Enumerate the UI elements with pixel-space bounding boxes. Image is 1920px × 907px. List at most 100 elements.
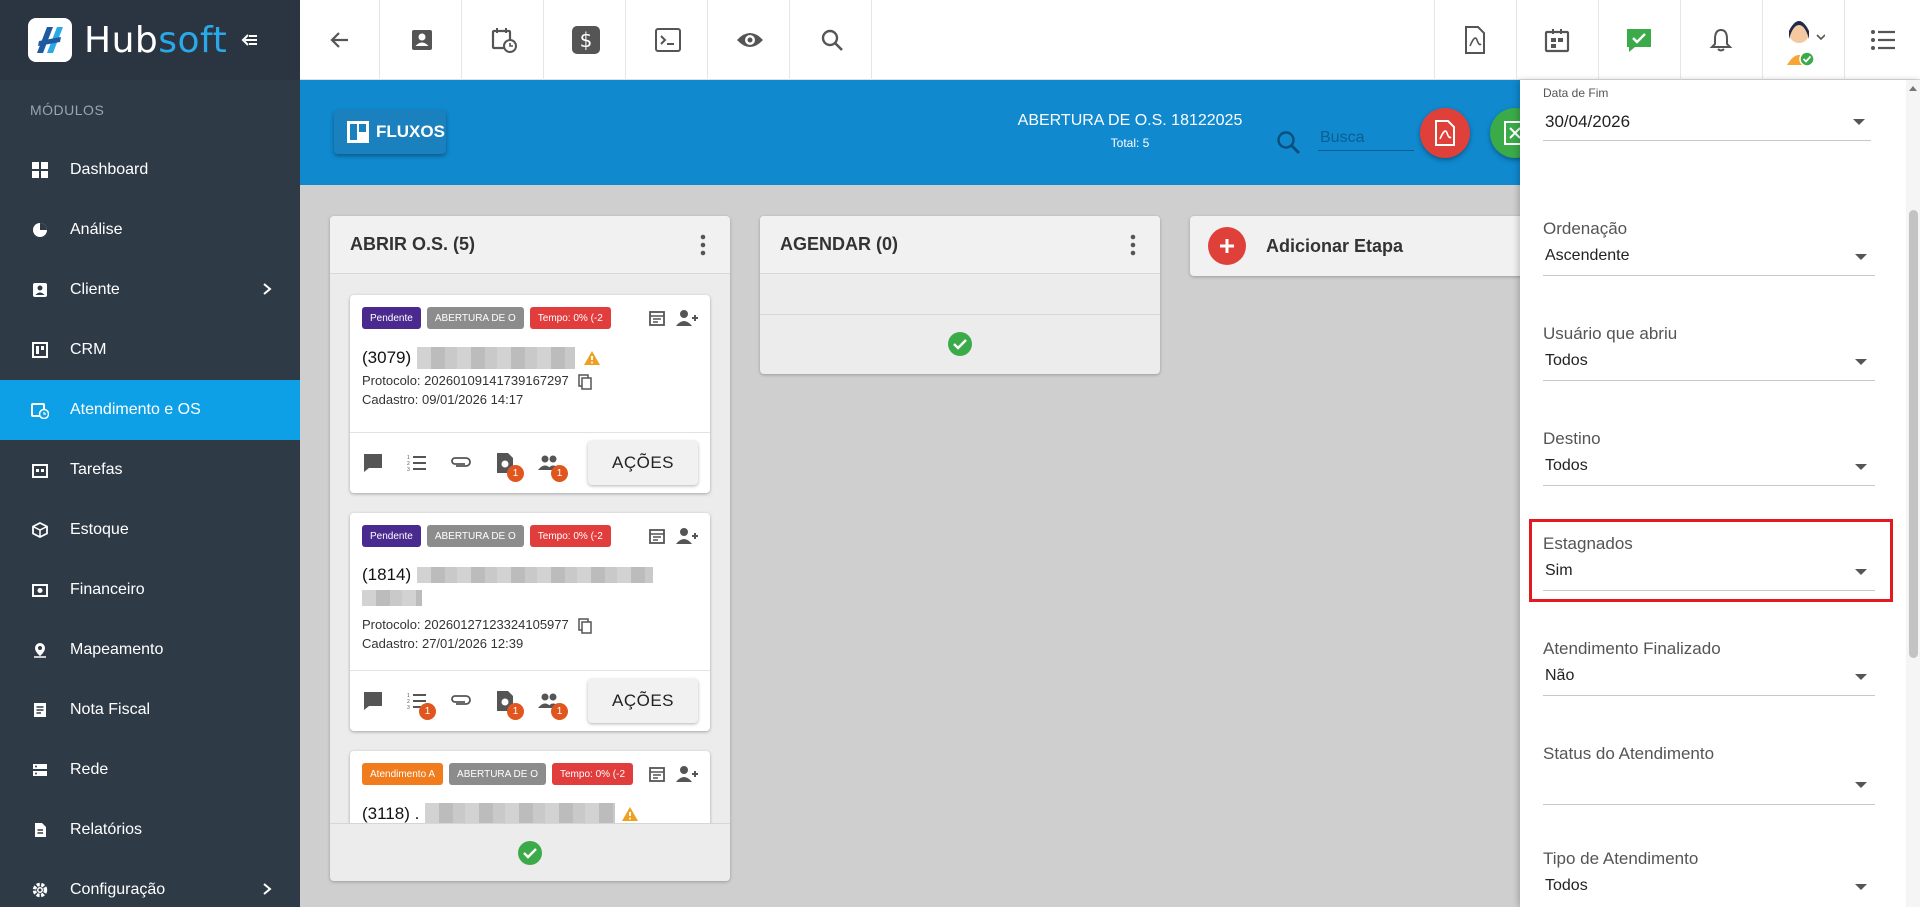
sidebar-item-cliente[interactable]: Cliente [0, 260, 300, 320]
sidebar-item-nota-fiscal[interactable]: Nota Fiscal [0, 680, 300, 740]
count-badge: 1 [507, 702, 524, 720]
stage-badge: ABERTURA DE O [449, 763, 546, 785]
usuario-abriu-select[interactable]: Usuário que abriu Todos [1543, 324, 1875, 381]
server-icon [30, 760, 50, 780]
column-title: AGENDAR (0) [780, 234, 899, 254]
field-value: Ascendente [1545, 247, 1630, 264]
assign-user-icon[interactable] [676, 309, 698, 327]
fluxos-button[interactable]: FLUXOS [334, 110, 446, 154]
scroll-up-arrow[interactable] [1909, 86, 1917, 91]
board-header: FLUXOS ABERTURA DE O.S. 18122025 Total: … [300, 80, 1540, 185]
calendar-clock-icon [30, 400, 50, 420]
document-icon [30, 820, 50, 840]
sidebar-item-crm[interactable]: CRM [0, 320, 300, 380]
sidebar-item-label: Relatórios [70, 821, 143, 838]
ordenacao-select[interactable]: Ordenação Ascendente [1543, 219, 1875, 276]
comment-button[interactable] [362, 452, 384, 474]
assign-user-icon[interactable] [676, 527, 698, 545]
eye-icon [736, 33, 763, 47]
field-label: Destino [1543, 429, 1601, 448]
sidebar-item-atendimento-os[interactable]: Atendimento e OS [0, 380, 300, 440]
sidebar: Hubsoft MÓDULOS Dashboard Análise Client… [0, 0, 300, 907]
stage-badge: ABERTURA DE O [426, 307, 524, 329]
tipo-atendimento-select[interactable]: Tipo de Atendimento Todos [1543, 849, 1875, 906]
copy-icon[interactable] [578, 617, 593, 634]
participants-button[interactable]: 1 [538, 690, 568, 720]
status-atendimento-select[interactable]: Status do Atendimento [1543, 744, 1875, 805]
service-order-button[interactable]: 1 [494, 690, 524, 720]
search-input[interactable] [1318, 126, 1414, 151]
more-vertical-icon[interactable] [700, 234, 706, 256]
scrollbar-thumb[interactable] [1909, 210, 1918, 658]
sidebar-item-dashboard[interactable]: Dashboard [0, 140, 300, 200]
check-circle-icon[interactable] [517, 840, 543, 866]
back-button[interactable] [300, 0, 380, 80]
estagnados-select[interactable]: Estagnados Sim [1543, 534, 1875, 591]
approvals-button[interactable] [1598, 0, 1678, 80]
field-label: Status do Atendimento [1543, 744, 1715, 763]
check-chat-icon [1626, 29, 1651, 52]
calendar-icon[interactable] [648, 765, 666, 783]
os-card[interactable]: Pendente ABERTURA DE O Tempo: 0% (-2 (30… [350, 295, 710, 493]
notifications-button[interactable] [1680, 0, 1760, 80]
actions-button[interactable]: AÇÕES [588, 678, 698, 723]
atendimento-finalizado-select[interactable]: Atendimento Finalizado Não [1543, 639, 1875, 696]
participants-button[interactable]: 1 [538, 452, 568, 482]
comment-icon [364, 691, 382, 710]
avatar [1786, 21, 1825, 67]
sidebar-item-relatorios[interactable]: Relatórios [0, 800, 300, 860]
schedule-button[interactable] [464, 0, 544, 80]
card-protocol: Protocolo: 20260127123324105977 [362, 617, 593, 634]
attachment-button[interactable] [450, 690, 472, 712]
tasks-button[interactable] [1516, 0, 1596, 80]
os-code: (3118) . [362, 804, 420, 823]
calendar-icon[interactable] [648, 527, 666, 545]
checklist-button[interactable]: 1231 [406, 690, 436, 720]
add-stage-label: Adicionar Etapa [1266, 235, 1404, 256]
more-vertical-icon[interactable] [1130, 234, 1136, 256]
comment-button[interactable] [362, 690, 384, 712]
financial-button[interactable]: $ [546, 0, 626, 80]
sidebar-item-configuracao[interactable]: Configuração [0, 860, 300, 907]
receipt-icon [30, 700, 50, 720]
pdf-icon [1464, 26, 1485, 54]
caret-down-icon [1855, 359, 1867, 365]
check-circle-icon[interactable] [947, 331, 973, 357]
menu-button[interactable] [1844, 0, 1920, 80]
sidebar-item-financeiro[interactable]: Financeiro [0, 560, 300, 620]
sidebar-item-estoque[interactable]: Estoque [0, 500, 300, 560]
logo-text: Hubsoft [84, 19, 228, 61]
pdf-button[interactable] [1434, 0, 1514, 80]
field-value: Todos [1545, 877, 1588, 894]
sidebar-item-label: Financeiro [70, 581, 145, 598]
service-order-button[interactable]: 1 [494, 452, 524, 482]
sidebar-item-analise[interactable]: Análise [0, 200, 300, 260]
assign-user-icon[interactable] [676, 765, 698, 783]
export-pdf-button[interactable] [1420, 108, 1470, 158]
view-button[interactable] [710, 0, 790, 80]
redacted-client-name [417, 567, 654, 583]
map-pin-icon [30, 640, 50, 660]
destino-select[interactable]: Destino Todos [1543, 429, 1875, 486]
redacted-client-name [362, 590, 422, 606]
checklist-button[interactable]: 123 [406, 452, 428, 474]
copy-icon[interactable] [578, 373, 593, 390]
actions-button[interactable]: AÇÕES [588, 440, 698, 485]
scrollbar[interactable] [1906, 80, 1920, 907]
os-code: (3079) [362, 348, 412, 367]
sidebar-item-tarefas[interactable]: Tarefas [0, 440, 300, 500]
date-end-field[interactable]: Data de Fim 30/04/2026 [1543, 86, 1875, 141]
sidebar-item-rede[interactable]: Rede [0, 740, 300, 800]
user-menu[interactable] [1762, 0, 1842, 80]
os-card[interactable]: Pendente ABERTURA DE O Tempo: 0% (-2 (18… [350, 513, 710, 731]
add-stage-button[interactable]: Adicionar Etapa [1190, 216, 1525, 276]
sidebar-item-mapeamento[interactable]: Mapeamento [0, 620, 300, 680]
clients-button[interactable] [382, 0, 462, 80]
terminal-button[interactable] [628, 0, 708, 80]
attachment-button[interactable] [450, 452, 472, 474]
collapse-menu-icon[interactable] [239, 30, 259, 50]
calendar-icon[interactable] [648, 309, 666, 327]
search-button[interactable] [792, 0, 872, 80]
status-badge: Pendente [362, 307, 421, 329]
gear-icon [30, 880, 50, 900]
